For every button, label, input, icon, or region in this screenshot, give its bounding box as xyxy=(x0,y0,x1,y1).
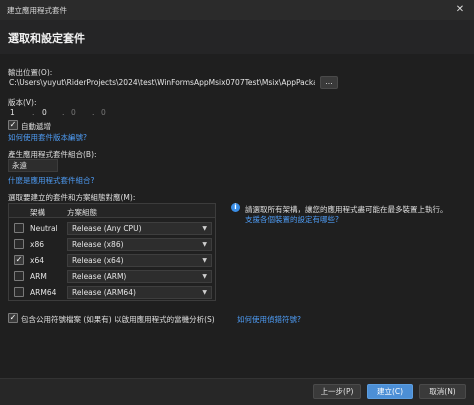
arch-config-table: 架構 方案組態 Neutral Release (Any CPU) ▼ x86 … xyxy=(8,203,216,301)
chevron-down-icon: ▼ xyxy=(202,225,207,232)
version-separator: . xyxy=(62,108,65,117)
config-select-value: Release (Any CPU) xyxy=(72,224,142,233)
chevron-down-icon: ▼ xyxy=(202,241,207,248)
version-major-field[interactable]: 1 xyxy=(10,108,15,118)
chevron-down-icon: ▼ xyxy=(202,257,207,264)
window-title: 建立應用程式套件 xyxy=(7,6,67,15)
table-row: Neutral Release (Any CPU) ▼ xyxy=(9,221,215,237)
table-row: x86 Release (x86) ▼ xyxy=(9,237,215,253)
bundle-help-link[interactable]: 什麼是應用程式套件組合? xyxy=(8,175,94,186)
title-bar: 建立應用程式套件 ✕ xyxy=(0,0,474,20)
include-symbols-checkbox[interactable]: ✓ xyxy=(8,313,18,323)
auto-increment-label: 自動遞增 xyxy=(21,122,51,131)
config-select-value: Release (x64) xyxy=(72,256,124,265)
create-button[interactable]: 建立(C) xyxy=(367,384,413,399)
arch-name: x86 xyxy=(30,240,44,249)
version-separator: . xyxy=(32,108,35,117)
arch-checkbox-x64[interactable]: ✓ xyxy=(14,255,24,265)
arch-checkbox-arm[interactable] xyxy=(14,271,24,281)
include-symbols-label: 包含公用符號檔案 (如果有) 以啟用應用程式的當機分析(S) xyxy=(21,315,215,324)
config-select-x86[interactable]: Release (x86) ▼ xyxy=(67,238,212,251)
arch-name: ARM64 xyxy=(30,288,57,297)
version-revision-field[interactable]: 0 xyxy=(101,108,106,118)
config-select-value: Release (ARM64) xyxy=(72,288,136,297)
cancel-button[interactable]: 取消(N) xyxy=(419,384,466,399)
arch-name: Neutral xyxy=(30,224,58,233)
chevron-down-icon: ▼ xyxy=(202,289,207,296)
version-label: 版本(V): xyxy=(8,98,37,107)
config-select-arm64[interactable]: Release (ARM64) ▼ xyxy=(67,286,212,299)
col-header-arch: 架構 xyxy=(30,208,45,217)
table-row: ARM64 Release (ARM64) ▼ xyxy=(9,285,215,301)
table-row: ✓ x64 Release (x64) ▼ xyxy=(9,253,215,269)
info-icon: i xyxy=(231,203,240,212)
version-help-link[interactable]: 如何使用套件版本編號? xyxy=(8,132,87,143)
dialog-header: 選取和設定套件 xyxy=(0,20,474,54)
bundle-select-value: 永遠 xyxy=(12,161,27,170)
arch-name: ARM xyxy=(30,272,47,281)
bundle-select[interactable]: 永遠 xyxy=(8,159,58,172)
config-select-value: Release (x86) xyxy=(72,240,124,249)
config-select-value: Release (ARM) xyxy=(72,272,127,281)
arch-table-label: 選取要建立的套件和方案組態對應(M): xyxy=(8,193,136,202)
auto-increment-checkbox[interactable]: ✓ xyxy=(8,120,18,130)
chevron-down-icon: ▼ xyxy=(202,273,207,280)
config-select-neutral[interactable]: Release (Any CPU) ▼ xyxy=(67,222,212,235)
close-icon[interactable]: ✕ xyxy=(452,2,468,18)
table-header: 架構 方案組態 xyxy=(9,204,215,218)
browse-button[interactable]: ... xyxy=(320,76,338,89)
arch-name: x64 xyxy=(30,256,44,265)
arch-checkbox-neutral[interactable] xyxy=(14,223,24,233)
arch-checkbox-x86[interactable] xyxy=(14,239,24,249)
info-link[interactable]: 支援各個裝置的設定有哪些? xyxy=(245,214,339,225)
back-button[interactable]: 上一步(P) xyxy=(313,384,361,399)
config-select-x64[interactable]: Release (x64) ▼ xyxy=(67,254,212,267)
version-minor-field[interactable]: 0 xyxy=(42,108,47,118)
symbols-help-link[interactable]: 如何使用偵錯符號? xyxy=(237,314,301,325)
col-header-config: 方案組態 xyxy=(67,208,97,217)
arch-checkbox-arm64[interactable] xyxy=(14,287,24,297)
config-select-arm[interactable]: Release (ARM) ▼ xyxy=(67,270,212,283)
version-separator: . xyxy=(92,108,95,117)
version-build-field[interactable]: 0 xyxy=(71,108,76,118)
output-path-field[interactable]: C:\Users\yuyut\RiderProjects\2024\test\W… xyxy=(8,76,316,90)
dialog-footer: 上一步(P) 建立(C) 取消(N) xyxy=(0,378,474,405)
page-title: 選取和設定套件 xyxy=(8,32,85,45)
table-row: ARM Release (ARM) ▼ xyxy=(9,269,215,285)
